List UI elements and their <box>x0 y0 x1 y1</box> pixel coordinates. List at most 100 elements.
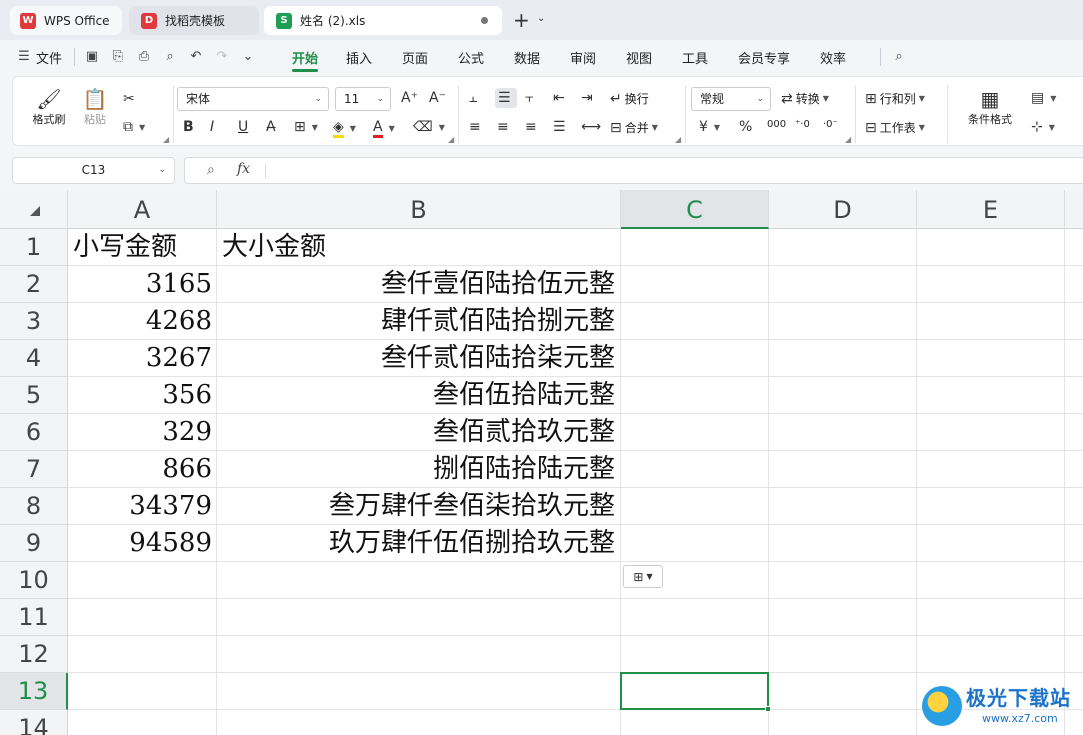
empty-cell[interactable] <box>917 340 1065 377</box>
menu-insert[interactable]: 插入 <box>346 48 372 67</box>
merge-button[interactable]: ⊟ 合并 ▼ <box>610 119 658 136</box>
italic-button[interactable]: I <box>210 119 217 135</box>
cell-a8[interactable]: 34379 <box>68 488 217 525</box>
row-header[interactable]: 12 <box>0 636 68 673</box>
empty-cell[interactable] <box>217 562 621 599</box>
align-center-button[interactable]: ≡ <box>497 119 512 135</box>
decrease-font-button[interactable]: A⁻ <box>429 90 449 106</box>
column-header-e[interactable]: E <box>917 190 1065 229</box>
empty-cell[interactable] <box>1065 451 1083 488</box>
search-icon[interactable]: ⌕ <box>891 49 907 65</box>
cell-a5[interactable]: 356 <box>68 377 217 414</box>
align-middle-button[interactable]: ☰ <box>495 88 517 108</box>
empty-cell[interactable] <box>68 710 217 735</box>
freeze-button[interactable]: ⊹ ▼ <box>1031 119 1055 135</box>
tab-document[interactable]: S 姓名 (2).xls <box>264 6 502 35</box>
cell-b2[interactable]: 叁仟壹佰陆拾伍元整 <box>217 266 621 303</box>
convert-button[interactable]: ⇄ 转换 ▼ <box>781 90 829 107</box>
clear-format-button[interactable]: ⌫ ▼ <box>413 119 445 135</box>
empty-cell[interactable] <box>1065 414 1083 451</box>
empty-cell[interactable] <box>621 303 769 340</box>
empty-cell[interactable] <box>217 599 621 636</box>
empty-cell[interactable] <box>1065 488 1083 525</box>
decrease-decimal-button[interactable]: ·0⁻ <box>823 119 838 130</box>
thousands-button[interactable]: 000 <box>767 119 786 130</box>
wrap-button[interactable]: ↵ 换行 <box>610 90 649 107</box>
empty-cell[interactable] <box>68 673 217 710</box>
increase-font-button[interactable]: A⁺ <box>401 90 421 106</box>
row-header[interactable]: 6 <box>0 414 68 451</box>
empty-cell[interactable] <box>1065 229 1083 266</box>
row-header[interactable]: 4 <box>0 340 68 377</box>
empty-cell[interactable] <box>917 451 1065 488</box>
copy-button[interactable]: ⧉ ▼ <box>123 119 145 135</box>
name-box[interactable]: C13 ⌄ <box>12 157 175 184</box>
save-icon[interactable]: ▣ <box>84 49 100 65</box>
empty-cell[interactable] <box>769 525 917 562</box>
new-tab-plus-icon[interactable]: + <box>513 8 530 32</box>
empty-cell[interactable] <box>917 229 1065 266</box>
empty-cell[interactable] <box>917 377 1065 414</box>
row-header[interactable]: 11 <box>0 599 68 636</box>
zoom-icon[interactable]: ⌕ <box>207 162 215 178</box>
empty-cell[interactable] <box>68 636 217 673</box>
row-header[interactable]: 9 <box>0 525 68 562</box>
empty-cell[interactable] <box>1065 266 1083 303</box>
empty-cell[interactable] <box>917 303 1065 340</box>
paste-button[interactable]: 📋 粘贴 <box>75 87 115 127</box>
increase-decimal-button[interactable]: ⁺·0 <box>795 119 810 130</box>
empty-cell[interactable] <box>769 451 917 488</box>
menu-data[interactable]: 数据 <box>514 48 540 67</box>
menu-review[interactable]: 审阅 <box>570 48 596 67</box>
empty-cell[interactable] <box>769 673 917 710</box>
row-header[interactable]: 7 <box>0 451 68 488</box>
empty-cell[interactable] <box>621 599 769 636</box>
alignment-expand-icon[interactable]: ◢ <box>675 135 681 144</box>
font-name-select[interactable]: 宋体 ⌄ <box>177 87 329 111</box>
cell-a9[interactable]: 94589 <box>68 525 217 562</box>
number-format-select[interactable]: 常规 ⌄ <box>691 87 771 111</box>
empty-cell[interactable] <box>917 599 1065 636</box>
empty-cell[interactable] <box>621 229 769 266</box>
cell-b4[interactable]: 叁仟贰佰陆拾柒元整 <box>217 340 621 377</box>
empty-cell[interactable] <box>1065 525 1083 562</box>
conditional-format-button[interactable]: ▦ 条件格式 <box>957 87 1023 127</box>
empty-cell[interactable] <box>769 710 917 735</box>
cell-a7[interactable]: 866 <box>68 451 217 488</box>
empty-cell[interactable] <box>621 710 769 735</box>
empty-cell[interactable] <box>621 266 769 303</box>
cell-b7[interactable]: 捌佰陆拾陆元整 <box>217 451 621 488</box>
empty-cell[interactable] <box>621 377 769 414</box>
empty-cell[interactable] <box>1065 636 1083 673</box>
clipboard-expand-icon[interactable]: ◢ <box>163 135 169 144</box>
align-bottom-button[interactable]: ⫟ <box>525 90 536 106</box>
font-expand-icon[interactable]: ◢ <box>448 135 454 144</box>
column-header-d[interactable]: D <box>769 190 917 229</box>
row-header[interactable]: 8 <box>0 488 68 525</box>
hamburger-icon[interactable]: ☰ <box>16 49 32 65</box>
empty-cell[interactable] <box>621 414 769 451</box>
redo-icon[interactable]: ↷ <box>214 49 230 65</box>
menu-page[interactable]: 页面 <box>402 48 428 67</box>
cell-a2[interactable]: 3165 <box>68 266 217 303</box>
menu-efficiency[interactable]: 效率 <box>820 48 846 67</box>
empty-cell[interactable] <box>621 340 769 377</box>
cell-b8[interactable]: 叁万肆仟叁佰柒拾玖元整 <box>217 488 621 525</box>
row-header[interactable]: 13 <box>0 673 68 710</box>
fx-icon[interactable]: fx <box>237 161 250 177</box>
borders-button[interactable]: ⊞ ▼ <box>294 119 318 135</box>
fill-handle[interactable] <box>765 706 771 712</box>
empty-cell[interactable] <box>917 266 1065 303</box>
cut-button[interactable]: ✂ <box>123 91 138 107</box>
paste-options-button[interactable]: ⊞ ▼ <box>623 565 663 588</box>
align-left-button[interactable]: ≡ <box>469 119 484 135</box>
formula-input[interactable]: ⌕ fx <box>184 157 1083 184</box>
empty-cell[interactable] <box>769 377 917 414</box>
menu-file[interactable]: 文件 <box>36 48 62 67</box>
empty-cell[interactable] <box>917 414 1065 451</box>
undo-icon[interactable]: ↶ <box>188 49 204 65</box>
row-header[interactable]: 10 <box>0 562 68 599</box>
empty-cell[interactable] <box>621 636 769 673</box>
empty-cell[interactable] <box>1065 340 1083 377</box>
empty-cell[interactable] <box>769 266 917 303</box>
